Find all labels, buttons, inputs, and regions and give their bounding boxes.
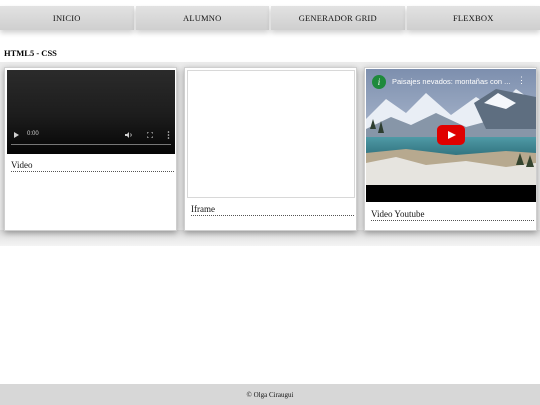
video-time: 0:00 — [27, 131, 39, 137]
play-icon — [448, 131, 456, 139]
section-title: HTML5 - CSS — [4, 48, 57, 58]
footer: © Olga Ciraugui — [0, 384, 540, 405]
iframe-frame[interactable] — [187, 70, 355, 198]
video-card: 0:00 Video — [4, 67, 177, 231]
more-vert-icon[interactable] — [167, 131, 170, 139]
youtube-embed[interactable]: i Paisajes nevados: montañas con ... ⋮ — [366, 69, 536, 202]
nav-item-generador-grid[interactable]: GENERADOR GRID — [271, 6, 405, 30]
footer-text: © Olga Ciraugui — [246, 390, 294, 399]
nav-item-alumno[interactable]: ALUMNO — [135, 6, 269, 30]
youtube-play-button[interactable] — [437, 125, 465, 145]
fullscreen-icon[interactable] — [147, 132, 153, 138]
youtube-card: i Paisajes nevados: montañas con ... ⋮ V… — [364, 67, 537, 231]
video-player[interactable]: 0:00 — [7, 70, 175, 154]
video-progress-bar[interactable] — [11, 144, 171, 145]
youtube-video-title[interactable]: Paisajes nevados: montañas con ... — [392, 77, 510, 86]
video-card-label: Video — [11, 160, 174, 172]
play-icon[interactable] — [14, 132, 19, 138]
iframe-card: Iframe — [184, 67, 357, 231]
more-vert-icon[interactable]: ⋮ — [517, 75, 526, 86]
nav-item-flexbox[interactable]: FLEXBOX — [406, 6, 540, 30]
volume-icon[interactable] — [125, 132, 133, 138]
youtube-card-label: Video Youtube — [371, 209, 534, 221]
channel-avatar[interactable]: i — [372, 75, 386, 89]
iframe-card-label: Iframe — [191, 204, 354, 216]
top-nav: INICIO ALUMNO GENERADOR GRID FLEXBOX — [0, 6, 540, 30]
band-shadow — [0, 230, 540, 246]
nav-item-inicio[interactable]: INICIO — [0, 6, 134, 30]
